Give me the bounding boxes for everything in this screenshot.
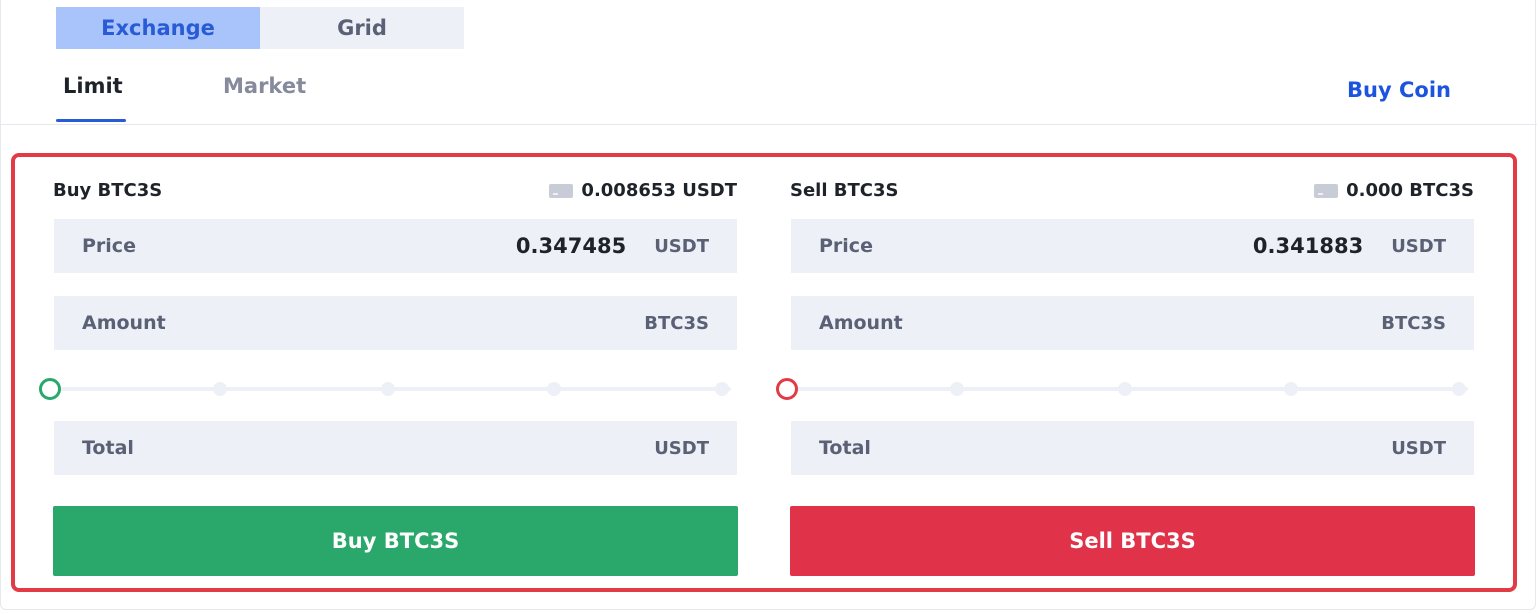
buy-amount-field[interactable]: Amount BTC3S	[54, 296, 737, 350]
sell-price-unit: USDT	[1391, 235, 1446, 257]
buy-total-label: Total	[82, 437, 134, 459]
buy-price-field[interactable]: Price 0.347485 USDT	[54, 219, 737, 273]
buy-price-unit: USDT	[654, 235, 709, 257]
slider-step-100[interactable]	[715, 382, 729, 396]
buy-form-header: Buy BTC3S 0.008653 USDT	[53, 175, 737, 209]
mode-grid[interactable]: Grid	[260, 7, 464, 49]
buy-price-label: Price	[82, 235, 136, 257]
wallet-icon	[1314, 183, 1339, 198]
slider-step-25[interactable]	[213, 382, 227, 396]
sell-total-label: Total	[819, 437, 871, 459]
buy-balance-value: 0.008653 USDT	[581, 180, 737, 201]
slider-handle[interactable]	[39, 378, 61, 400]
buy-amount-unit: BTC3S	[644, 312, 709, 334]
divider	[1, 124, 1537, 125]
buy-amount-label: Amount	[82, 312, 166, 334]
buy-price-value[interactable]: 0.347485	[516, 234, 626, 258]
buy-total-field[interactable]: Total USDT	[54, 421, 737, 475]
slider-handle[interactable]	[776, 378, 798, 400]
trade-panel: Exchange Grid Limit Market Buy Coin Buy …	[0, 0, 1537, 610]
slider-step-75[interactable]	[1284, 382, 1298, 396]
active-tab-indicator	[56, 119, 126, 122]
sell-percent-slider[interactable]	[776, 377, 1474, 401]
buy-form-title: Buy BTC3S	[53, 180, 163, 201]
slider-step-50[interactable]	[1118, 382, 1132, 396]
slider-step-75[interactable]	[547, 382, 561, 396]
sell-button[interactable]: Sell BTC3S	[790, 506, 1475, 576]
buy-percent-slider[interactable]	[39, 377, 737, 401]
sell-price-label: Price	[819, 235, 873, 257]
tab-limit[interactable]: Limit	[63, 74, 123, 98]
slider-step-25[interactable]	[950, 382, 964, 396]
mode-toggle: Exchange Grid	[56, 7, 464, 49]
mode-exchange[interactable]: Exchange	[56, 7, 260, 49]
sell-form: Sell BTC3S 0.000 BTC3S Price 0.341883 US…	[776, 175, 1475, 576]
buy-coin-link[interactable]: Buy Coin	[1347, 78, 1451, 102]
buy-total-unit: USDT	[654, 437, 709, 459]
sell-amount-field[interactable]: Amount BTC3S	[791, 296, 1474, 350]
sell-total-unit: USDT	[1391, 437, 1446, 459]
sell-amount-label: Amount	[819, 312, 903, 334]
sell-price-value[interactable]: 0.341883	[1253, 234, 1363, 258]
sell-form-header: Sell BTC3S 0.000 BTC3S	[790, 175, 1474, 209]
wallet-icon	[549, 183, 574, 198]
sell-form-title: Sell BTC3S	[790, 180, 899, 201]
slider-step-100[interactable]	[1452, 382, 1466, 396]
sell-balance-value: 0.000 BTC3S	[1346, 180, 1474, 201]
buy-form: Buy BTC3S 0.008653 USDT Price 0.347485 U…	[39, 175, 738, 576]
sell-balance: 0.000 BTC3S	[1314, 180, 1474, 201]
sell-price-field[interactable]: Price 0.341883 USDT	[791, 219, 1474, 273]
buy-button[interactable]: Buy BTC3S	[53, 506, 738, 576]
sell-total-field[interactable]: Total USDT	[791, 421, 1474, 475]
tab-market[interactable]: Market	[223, 74, 306, 98]
buy-balance: 0.008653 USDT	[549, 180, 737, 201]
sell-amount-unit: BTC3S	[1381, 312, 1446, 334]
slider-step-50[interactable]	[381, 382, 395, 396]
